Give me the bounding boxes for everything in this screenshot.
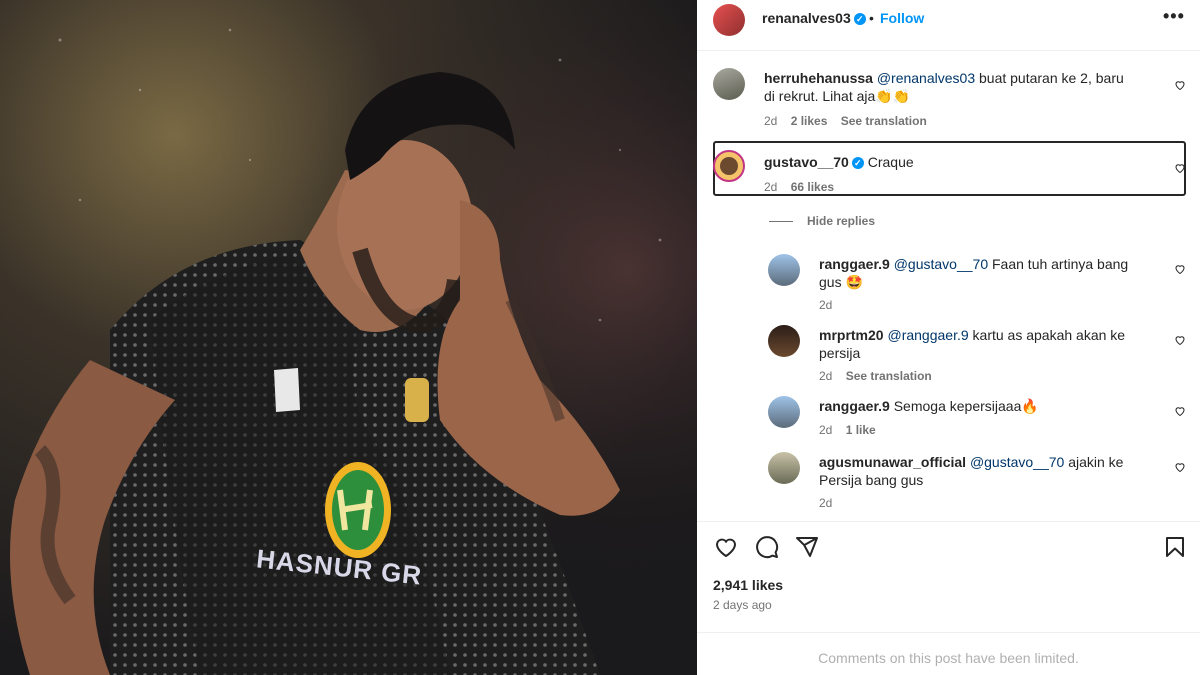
- reply-body: Semoga kepersijaaa🔥: [893, 398, 1039, 414]
- reply-meta: 2d 1 like: [819, 423, 886, 437]
- replier-username[interactable]: ranggaer.9: [819, 398, 890, 414]
- author-username[interactable]: renanalves03 ✓: [762, 10, 866, 26]
- replier-avatar[interactable]: [768, 396, 800, 428]
- reply-time: 2d: [819, 423, 833, 437]
- hide-replies-button[interactable]: Hide replies: [769, 214, 875, 228]
- reply-likes[interactable]: 1 like: [846, 423, 876, 437]
- reply-text: ranggaer.9 @gustavo__70 Faan tuh artinya…: [819, 255, 1149, 291]
- like-reply-heart-icon[interactable]: [1174, 334, 1186, 346]
- like-comment-heart-icon[interactable]: [1174, 79, 1186, 91]
- post-header: renanalves03 ✓ • Follow •••: [697, 0, 1200, 38]
- commenter-username[interactable]: gustavo__70: [764, 154, 849, 170]
- comment-time: 2d: [764, 180, 778, 194]
- reply-mention[interactable]: @gustavo__70: [970, 454, 1064, 470]
- actions-divider: [697, 521, 1200, 522]
- author-avatar[interactable]: [713, 4, 745, 36]
- comment-body: Craque: [867, 154, 914, 170]
- see-translation-link[interactable]: See translation: [841, 114, 927, 128]
- footer-divider: [697, 632, 1200, 633]
- comment-mention[interactable]: @renanalves03: [877, 70, 975, 86]
- replies-line: [769, 221, 793, 223]
- verified-icon: ✓: [851, 157, 864, 169]
- verified-icon: ✓: [853, 13, 866, 25]
- comment-text: herruhehanussa @renanalves03 buat putara…: [764, 69, 1134, 105]
- commenter-avatar[interactable]: [713, 68, 745, 100]
- reply-text: mrprtm20 @ranggaer.9 kartu as apakah aka…: [819, 326, 1149, 362]
- like-reply-heart-icon[interactable]: [1174, 263, 1186, 275]
- comments-limited-notice: Comments on this post have been limited.: [818, 650, 1079, 666]
- comment-likes[interactable]: 2 likes: [791, 114, 828, 128]
- replier-username[interactable]: agusmunawar_official: [819, 454, 966, 470]
- more-options-icon[interactable]: •••: [1163, 6, 1185, 27]
- like-heart-icon[interactable]: [714, 535, 738, 559]
- reply-mention[interactable]: @ranggaer.9: [887, 327, 968, 343]
- see-translation-link[interactable]: See translation: [846, 369, 932, 383]
- reply-time: 2d: [819, 496, 833, 510]
- reply-meta: 2d: [819, 496, 842, 510]
- post-photo[interactable]: HASNUR GR: [0, 0, 697, 675]
- comment-icon[interactable]: [755, 535, 779, 559]
- replier-avatar[interactable]: [768, 254, 800, 286]
- comment-time: 2d: [764, 114, 778, 128]
- header-divider: [697, 50, 1200, 51]
- post-panel: renanalves03 ✓ • Follow ••• herruhehanuss…: [697, 0, 1200, 675]
- author-name-text[interactable]: renanalves03: [762, 10, 851, 26]
- replier-avatar[interactable]: [768, 325, 800, 357]
- post-like-count[interactable]: 2,941 likes: [713, 577, 783, 593]
- reply-mention[interactable]: @gustavo__70: [894, 256, 988, 272]
- post-timestamp[interactable]: 2 days ago: [713, 598, 772, 612]
- reply-text: agusmunawar_official @gustavo__70 ajakin…: [819, 453, 1149, 489]
- save-bookmark-icon[interactable]: [1163, 535, 1187, 559]
- reply-time: 2d: [819, 298, 833, 312]
- like-reply-heart-icon[interactable]: [1174, 405, 1186, 417]
- share-icon[interactable]: [795, 535, 819, 559]
- comment-meta: 2d 66 likes: [764, 180, 844, 194]
- reply-meta: 2d See translation: [819, 369, 942, 383]
- like-reply-heart-icon[interactable]: [1174, 461, 1186, 473]
- reply-meta: 2d: [819, 298, 842, 312]
- reply-text: ranggaer.9 Semoga kepersijaaa🔥: [819, 397, 1149, 415]
- replier-avatar[interactable]: [768, 452, 800, 484]
- comment-meta: 2d 2 likes See translation: [764, 114, 937, 128]
- like-comment-heart-icon[interactable]: [1174, 162, 1186, 174]
- commenter-avatar[interactable]: [713, 150, 745, 182]
- comment-likes[interactable]: 66 likes: [791, 180, 834, 194]
- follow-button[interactable]: Follow: [880, 10, 924, 26]
- commenter-username[interactable]: herruhehanussa: [764, 70, 873, 86]
- comment-text: gustavo__70 ✓ Craque: [764, 153, 914, 171]
- replier-username[interactable]: ranggaer.9: [819, 256, 890, 272]
- separator-dot: •: [869, 10, 874, 26]
- hide-replies-label[interactable]: Hide replies: [807, 214, 875, 228]
- replier-username[interactable]: mrprtm20: [819, 327, 884, 343]
- reply-time: 2d: [819, 369, 833, 383]
